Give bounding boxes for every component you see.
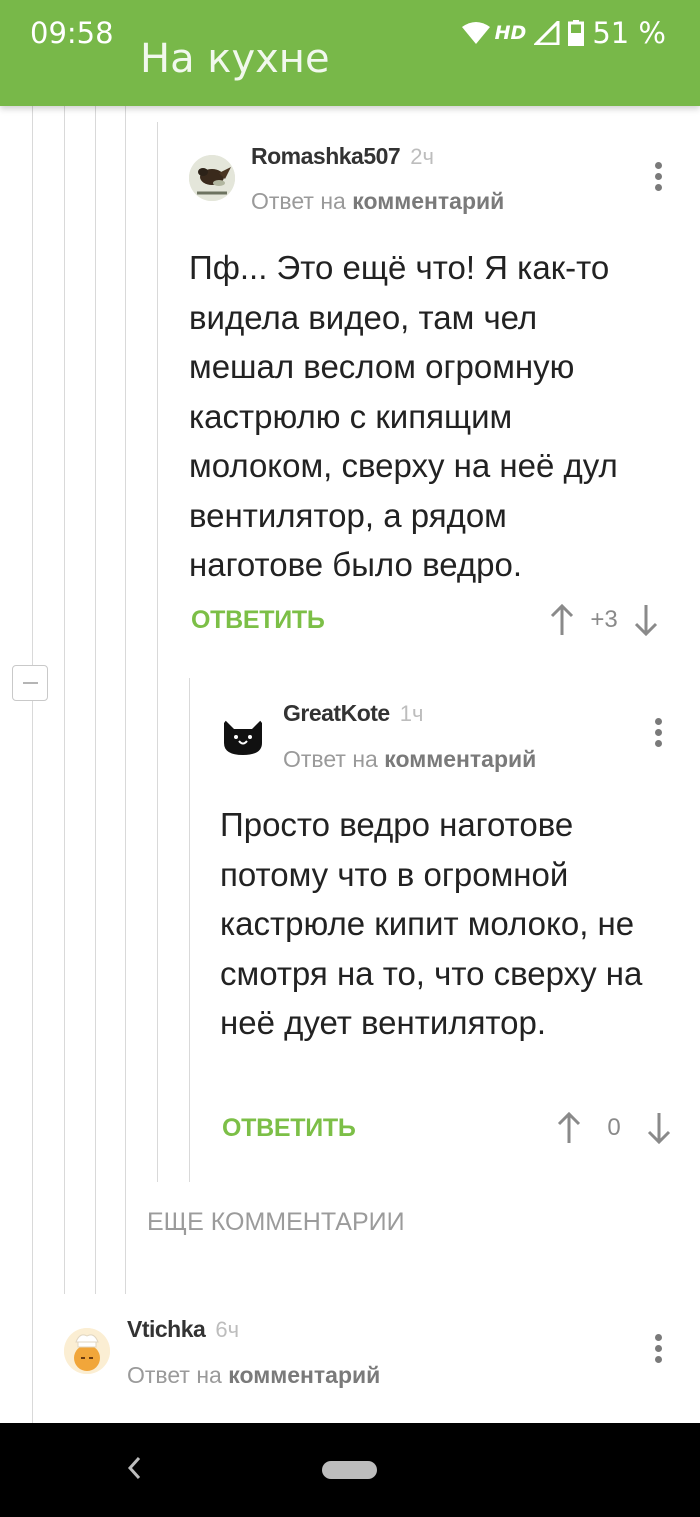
comment-time: 1ч: [399, 701, 424, 726]
signal-icon: [534, 21, 560, 45]
thread-line: [157, 122, 158, 1182]
comment-text: Просто ведро наготове потому что в огром…: [220, 806, 643, 1041]
thread-line: [32, 106, 33, 665]
header-title-partial: На кухне: [140, 36, 330, 82]
status-time: 09:58: [30, 16, 114, 50]
cat-avatar-image: [224, 719, 262, 755]
thread-line: [189, 678, 190, 1182]
more-options-icon[interactable]: [655, 1334, 663, 1363]
thread-line: [95, 106, 96, 1294]
avatar[interactable]: [189, 155, 235, 201]
collapse-thread-button[interactable]: [12, 665, 48, 701]
downvote-arrow-icon[interactable]: [634, 604, 658, 636]
thread-line: [32, 701, 33, 1423]
comment-time: 6ч: [215, 1317, 240, 1342]
downvote-arrow-icon[interactable]: [647, 1112, 671, 1144]
reply-to: Ответ на комментарий: [283, 746, 536, 773]
reply-button[interactable]: ОТВЕТИТЬ: [191, 606, 325, 635]
author-name[interactable]: GreatKote: [283, 700, 390, 726]
bird-avatar-image: [189, 155, 235, 201]
thread-line: [64, 106, 65, 1294]
home-pill-button[interactable]: [322, 1461, 377, 1479]
vote-controls: +3: [550, 604, 658, 636]
upvote-arrow-icon[interactable]: [550, 604, 574, 636]
reply-to-link[interactable]: комментарий: [384, 746, 536, 772]
comment-time: 2ч: [410, 144, 434, 169]
status-bar: На кухне 09:58 HD 51 %: [0, 0, 700, 106]
battery-percent: 51 %: [592, 16, 666, 50]
comment-text: Пф... Это ещё что! Я как-то видела видео…: [189, 249, 618, 583]
author-name[interactable]: Vtichka: [127, 1316, 206, 1342]
cook-avatar-image: [64, 1328, 110, 1374]
reply-to-prefix: Ответ на: [251, 188, 346, 214]
vote-score: +3: [590, 606, 618, 633]
comment-author[interactable]: Romashka507 2ч: [251, 143, 434, 170]
reply-to: Ответ на комментарий: [127, 1362, 380, 1389]
reply-to-link[interactable]: комментарий: [228, 1362, 380, 1388]
more-comments-button[interactable]: ЕЩЕ КОММЕНТАРИИ: [147, 1208, 405, 1237]
reply-to-prefix: Ответ на: [127, 1362, 222, 1388]
reply-to-prefix: Ответ на: [283, 746, 378, 772]
comment-author[interactable]: Vtichka 6ч: [127, 1316, 239, 1343]
back-chevron-icon[interactable]: [126, 1455, 142, 1481]
avatar[interactable]: [220, 713, 266, 759]
reply-to: Ответ на комментарий: [251, 188, 504, 215]
reply-to-link[interactable]: комментарий: [352, 188, 504, 214]
avatar[interactable]: [64, 1328, 110, 1374]
wifi-icon: [461, 22, 490, 44]
status-indicators: HD 51 %: [461, 16, 666, 50]
upvote-arrow-icon[interactable]: [557, 1112, 581, 1144]
author-name[interactable]: Romashka507: [251, 143, 401, 169]
more-options-icon[interactable]: [655, 718, 663, 747]
reply-button[interactable]: ОТВЕТИТЬ: [222, 1114, 356, 1143]
vote-score: 0: [607, 1114, 621, 1141]
vote-controls: 0: [557, 1112, 671, 1144]
battery-icon: [568, 20, 585, 46]
network-type: HD: [494, 22, 527, 44]
comment-author[interactable]: GreatKote 1ч: [283, 700, 423, 727]
thread-line: [125, 106, 126, 1294]
more-options-icon[interactable]: [655, 162, 663, 191]
